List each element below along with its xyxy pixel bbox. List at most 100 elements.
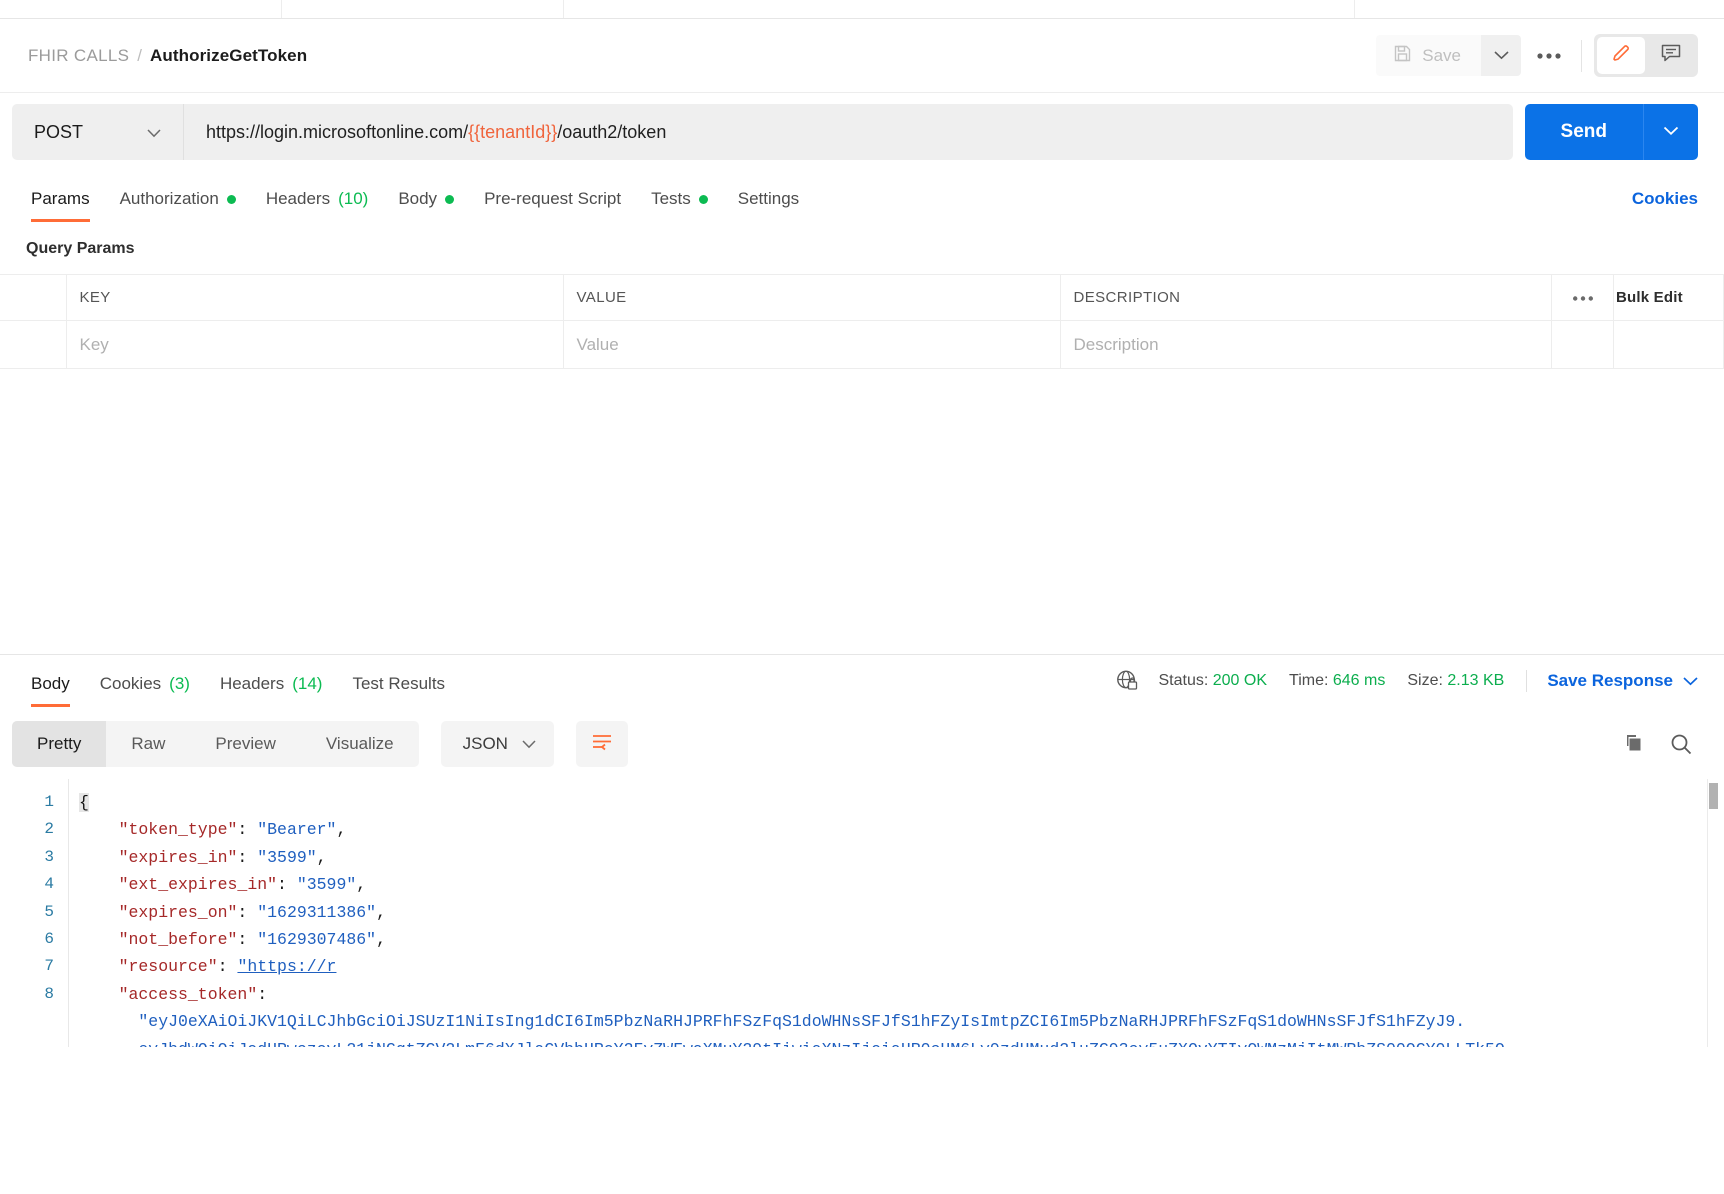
response-tab-body[interactable]: Body (16, 674, 85, 707)
word-wrap-button[interactable] (575, 721, 628, 767)
json-comma: , (376, 930, 386, 950)
tab-body[interactable]: Body (383, 189, 469, 222)
code-line: "ext_expires_in": "3599", (79, 871, 1724, 898)
json-key: "expires_on" (118, 902, 238, 922)
json-colon: : (237, 847, 258, 867)
search-icon[interactable] (1669, 732, 1694, 757)
table-options-button[interactable] (1551, 274, 1614, 321)
code-line: "expires_in": "3599", (79, 844, 1724, 871)
status-label: Status: (1158, 671, 1209, 689)
header-divider (1581, 39, 1582, 72)
json-code-content[interactable]: {"token_type": "Bearer", "expires_in": "3… (68, 779, 1724, 1047)
status-dot-icon (698, 194, 708, 204)
size-value: 2.13 KB (1447, 671, 1505, 689)
json-comma: , (356, 875, 367, 895)
param-value-input[interactable]: Value (563, 320, 1061, 369)
tab-settings[interactable]: Settings (723, 189, 814, 222)
response-tab-test-results[interactable]: Test Results (337, 674, 460, 707)
tab-settings-label: Settings (737, 189, 800, 208)
code-line: { (79, 789, 1724, 816)
json-comma: , (316, 847, 327, 867)
view-pretty[interactable]: Pretty (12, 721, 107, 767)
workspace-tab-active[interactable] (563, 0, 1355, 18)
more-actions-button[interactable] (1521, 35, 1577, 76)
tab-authorization[interactable]: Authorization (105, 189, 251, 222)
tab-tests-label: Tests (651, 189, 691, 208)
json-key: "ext_expires_in" (118, 875, 278, 895)
status-value: 200 OK (1212, 671, 1268, 689)
param-key-input[interactable]: Key (66, 320, 564, 369)
format-selector[interactable]: JSON (440, 721, 554, 767)
code-vertical-scrollbar[interactable] (1707, 779, 1718, 1047)
code-line: eyJhdWQiOiJodHRwczovL21jNGgtZGV2LmF6dXJl… (79, 1036, 1724, 1047)
comment-button[interactable] (1647, 37, 1695, 74)
json-value-link[interactable]: "https://r (237, 957, 336, 976)
line-number: 8 (44, 984, 54, 1003)
save-response-button[interactable]: Save Response (1547, 671, 1698, 691)
param-description-input[interactable]: Description (1060, 320, 1552, 369)
view-preview[interactable]: Preview (190, 721, 300, 767)
comment-icon (1660, 43, 1682, 68)
tab-headers-count: (10) (338, 189, 369, 208)
url-suffix: /oauth2/token (557, 121, 667, 142)
time-value: 646 ms (1332, 671, 1386, 689)
code-scrollbar-thumb[interactable] (1709, 783, 1718, 809)
send-button[interactable]: Send (1524, 104, 1643, 160)
access-token-line: "eyJ0eXAiOiJKV1QiLCJhbGciOiJSUzI1NiIsIng… (138, 1012, 1466, 1032)
url-input[interactable]: https://login.microsoftonline.com/{{tena… (184, 104, 1513, 160)
globe-lock-icon (1115, 668, 1140, 693)
line-number: 1 (44, 793, 54, 811)
json-value: "Bearer" (257, 820, 337, 840)
tab-headers-label: Headers (265, 189, 331, 208)
json-key: "resource" (118, 957, 218, 977)
workspace-tab-strip (0, 0, 1724, 19)
json-value: "1629311386" (257, 902, 377, 922)
line-number: 3 (44, 847, 54, 866)
row-checkbox-cell[interactable] (0, 320, 67, 369)
edit-mode-button[interactable] (1597, 37, 1645, 74)
query-params-table: KEY VALUE DESCRIPTION Bulk Edit Key Valu… (0, 274, 1724, 369)
pencil-icon (1610, 42, 1632, 69)
url-prefix: https://login.microsoftonline.com/ (206, 121, 469, 142)
url-variable: {{tenantId}} (468, 121, 558, 142)
save-button[interactable]: Save (1376, 35, 1481, 76)
response-tab-headers[interactable]: Headers (14) (205, 674, 338, 707)
response-body-toolbar: Pretty Raw Preview Visualize JSON (0, 707, 1724, 779)
chevron-down-icon (1493, 47, 1509, 65)
save-button-group: Save (1376, 35, 1521, 76)
code-line: "eyJ0eXAiOiJKV1QiLCJhbGciOiJSUzI1NiIsIng… (79, 1008, 1724, 1035)
response-tab-cookies[interactable]: Cookies (3) (85, 674, 205, 707)
cookies-link[interactable]: Cookies (1632, 189, 1698, 222)
tab-params[interactable]: Params (16, 189, 105, 222)
response-toolbar-actions (1621, 732, 1698, 757)
column-header-key: KEY (66, 274, 564, 321)
tab-pre-request-script[interactable]: Pre-request Script (469, 189, 636, 222)
view-raw[interactable]: Raw (106, 721, 190, 767)
tab-body-label: Body (398, 189, 438, 208)
header-actions: Save (1376, 34, 1698, 77)
access-token-line: eyJhdWQiOiJodHRwczovL21jNGgtZGV2LmF6dXJl… (138, 1040, 1504, 1047)
json-value: "3599" (257, 847, 317, 867)
copy-icon[interactable] (1621, 732, 1645, 756)
table-header-row: KEY VALUE DESCRIPTION Bulk Edit (0, 274, 1724, 321)
breadcrumb: FHIR CALLS / AuthorizeGetToken (28, 46, 1376, 66)
breadcrumb-collection[interactable]: FHIR CALLS (28, 46, 129, 66)
response-body-code[interactable]: 1 2 3 4 5 6 7 8 {"token_type": "Bearer",… (0, 779, 1724, 1047)
json-comma: , (336, 820, 347, 840)
tab-headers[interactable]: Headers (10) (251, 189, 384, 222)
json-colon: : (277, 875, 297, 895)
tab-tests[interactable]: Tests (636, 189, 723, 222)
chevron-down-icon (522, 734, 536, 754)
time-badge: Time: 646 ms (1289, 672, 1385, 690)
bulk-edit-button[interactable]: Bulk Edit (1613, 274, 1724, 321)
url-bar: POST https://login.microsoftonline.com/{… (0, 93, 1724, 172)
send-options-caret[interactable] (1643, 104, 1698, 160)
row-bulk-cell (1613, 320, 1724, 369)
workspace-tab-left[interactable] (0, 0, 282, 18)
response-tab-headers-label: Headers (219, 674, 285, 693)
view-visualize[interactable]: Visualize (301, 721, 419, 767)
json-colon: : (237, 930, 258, 950)
method-selector[interactable]: POST (12, 104, 184, 160)
save-options-caret[interactable] (1481, 35, 1521, 76)
line-number: 2 (44, 820, 54, 839)
